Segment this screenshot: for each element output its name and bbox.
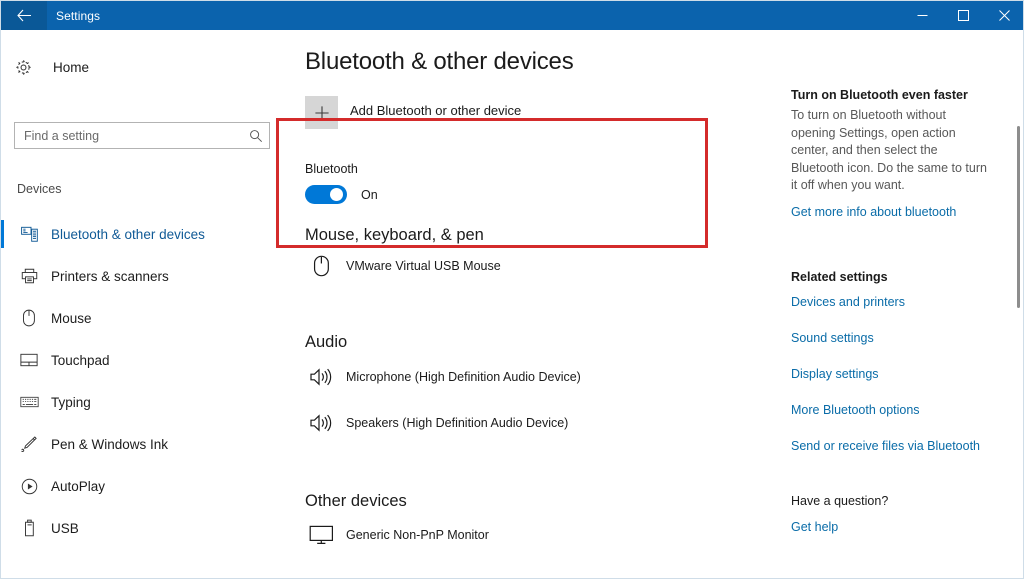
- sidebar-item-bluetooth-other-devices[interactable]: Bluetooth & other devices: [1, 213, 286, 255]
- sidebar: Home Devices: [1, 30, 286, 579]
- device-list-item[interactable]: Microphone (High Definition Audio Device…: [305, 354, 765, 400]
- display-settings-link[interactable]: Display settings: [791, 367, 980, 381]
- close-icon: [999, 10, 1010, 21]
- bluetooth-devices-icon: [17, 226, 41, 242]
- send-receive-files-bluetooth-link[interactable]: Send or receive files via Bluetooth: [791, 439, 980, 453]
- help-heading: Have a question?: [791, 494, 888, 508]
- sidebar-item-touchpad[interactable]: Touchpad: [1, 339, 286, 381]
- toggle-switch[interactable]: [305, 185, 347, 204]
- device-group-other-devices: Other devices Generic Non-PnP Monitor: [305, 492, 765, 557]
- device-name: VMware Virtual USB Mouse: [337, 259, 501, 273]
- speaker-icon: [305, 412, 337, 434]
- mouse-icon: [17, 309, 41, 327]
- page-title: Bluetooth & other devices: [305, 48, 574, 76]
- get-more-info-bluetooth-link[interactable]: Get more info about bluetooth: [791, 205, 987, 219]
- device-group-mouse-keyboard-pen: Mouse, keyboard, & pen VMware Virtual US…: [305, 226, 765, 285]
- bluetooth-state-label: On: [347, 188, 378, 202]
- help-block: Have a question? Get help: [791, 494, 888, 534]
- bluetooth-toggle[interactable]: On: [305, 185, 378, 204]
- sidebar-item-label: Touchpad: [41, 353, 110, 368]
- autoplay-icon: [17, 478, 41, 495]
- tip-body: To turn on Bluetooth without opening Set…: [791, 107, 987, 195]
- sidebar-item-label: Bluetooth & other devices: [41, 227, 205, 242]
- device-list-item[interactable]: Generic Non-PnP Monitor: [305, 513, 765, 557]
- sidebar-item-label: Typing: [41, 395, 91, 410]
- scrollbar-thumb[interactable]: [1017, 126, 1020, 308]
- window-controls: [902, 1, 1024, 30]
- close-button[interactable]: [984, 1, 1024, 30]
- related-settings-heading: Related settings: [791, 270, 980, 284]
- sidebar-item-pen-windows-ink[interactable]: Pen & Windows Ink: [1, 423, 286, 465]
- sidebar-item-autoplay[interactable]: AutoPlay: [1, 465, 286, 507]
- maximize-icon: [958, 10, 969, 21]
- keyboard-icon: [17, 396, 41, 408]
- sidebar-home-label: Home: [43, 60, 89, 75]
- vertical-scrollbar[interactable]: [1012, 30, 1024, 579]
- window-title: Settings: [47, 1, 100, 30]
- sidebar-item-typing[interactable]: Typing: [1, 381, 286, 423]
- sidebar-item-home[interactable]: Home: [13, 52, 273, 82]
- speaker-icon: [305, 366, 337, 388]
- group-heading: Mouse, keyboard, & pen: [305, 226, 765, 245]
- sidebar-item-label: Mouse: [41, 311, 92, 326]
- device-list-item[interactable]: VMware Virtual USB Mouse: [305, 247, 765, 285]
- device-list-item[interactable]: Speakers (High Definition Audio Device): [305, 400, 765, 446]
- device-name: Microphone (High Definition Audio Device…: [337, 370, 581, 384]
- more-bluetooth-options-link[interactable]: More Bluetooth options: [791, 403, 980, 417]
- sidebar-item-usb[interactable]: USB: [1, 507, 286, 549]
- usb-icon: [17, 519, 41, 537]
- search-box[interactable]: [14, 122, 270, 149]
- add-bluetooth-device-button[interactable]: Add Bluetooth or other device: [305, 96, 521, 129]
- device-group-audio: Audio Microphone (High Definition A: [305, 333, 765, 446]
- bluetooth-label: Bluetooth: [305, 162, 358, 176]
- pen-icon: [17, 435, 41, 453]
- get-help-link[interactable]: Get help: [791, 520, 888, 534]
- touchpad-icon: [17, 353, 41, 367]
- maximize-button[interactable]: [943, 1, 984, 30]
- minimize-icon: [917, 10, 928, 21]
- settings-window: Settings: [0, 0, 1024, 579]
- device-name: Generic Non-PnP Monitor: [337, 528, 489, 542]
- minimize-button[interactable]: [902, 1, 943, 30]
- monitor-icon: [305, 525, 337, 545]
- group-heading: Other devices: [305, 492, 765, 511]
- right-rail: Turn on Bluetooth even faster To turn on…: [786, 30, 1024, 579]
- sidebar-group-label: Devices: [17, 182, 61, 196]
- add-device-label: Add Bluetooth or other device: [338, 96, 521, 118]
- back-button[interactable]: [1, 1, 47, 30]
- gear-icon: [13, 59, 43, 76]
- search-input[interactable]: [15, 129, 243, 143]
- mouse-icon: [305, 255, 337, 277]
- sidebar-item-label: Pen & Windows Ink: [41, 437, 168, 452]
- sidebar-item-label: USB: [41, 521, 79, 536]
- title-bar: Settings: [1, 1, 1024, 30]
- sidebar-nav-list: Bluetooth & other devices: [1, 213, 286, 549]
- sidebar-item-printers-scanners[interactable]: Printers & scanners: [1, 255, 286, 297]
- printer-icon: [17, 268, 41, 284]
- related-settings-block: Related settings Devices and printers So…: [791, 270, 980, 453]
- group-heading: Audio: [305, 333, 765, 352]
- bluetooth-tip-block: Turn on Bluetooth even faster To turn on…: [791, 88, 987, 219]
- devices-and-printers-link[interactable]: Devices and printers: [791, 295, 980, 309]
- sidebar-item-mouse[interactable]: Mouse: [1, 297, 286, 339]
- sound-settings-link[interactable]: Sound settings: [791, 331, 980, 345]
- main-content: Bluetooth & other devices Add Bluetooth …: [286, 30, 786, 579]
- tip-heading: Turn on Bluetooth even faster: [791, 88, 987, 102]
- toggle-knob: [330, 188, 343, 201]
- search-icon: [243, 129, 269, 143]
- plus-icon: [305, 96, 338, 129]
- device-name: Speakers (High Definition Audio Device): [337, 416, 568, 430]
- sidebar-item-label: AutoPlay: [41, 479, 105, 494]
- window-body: Home Devices: [1, 30, 1024, 579]
- back-arrow-icon: [17, 9, 32, 22]
- sidebar-item-label: Printers & scanners: [41, 269, 169, 284]
